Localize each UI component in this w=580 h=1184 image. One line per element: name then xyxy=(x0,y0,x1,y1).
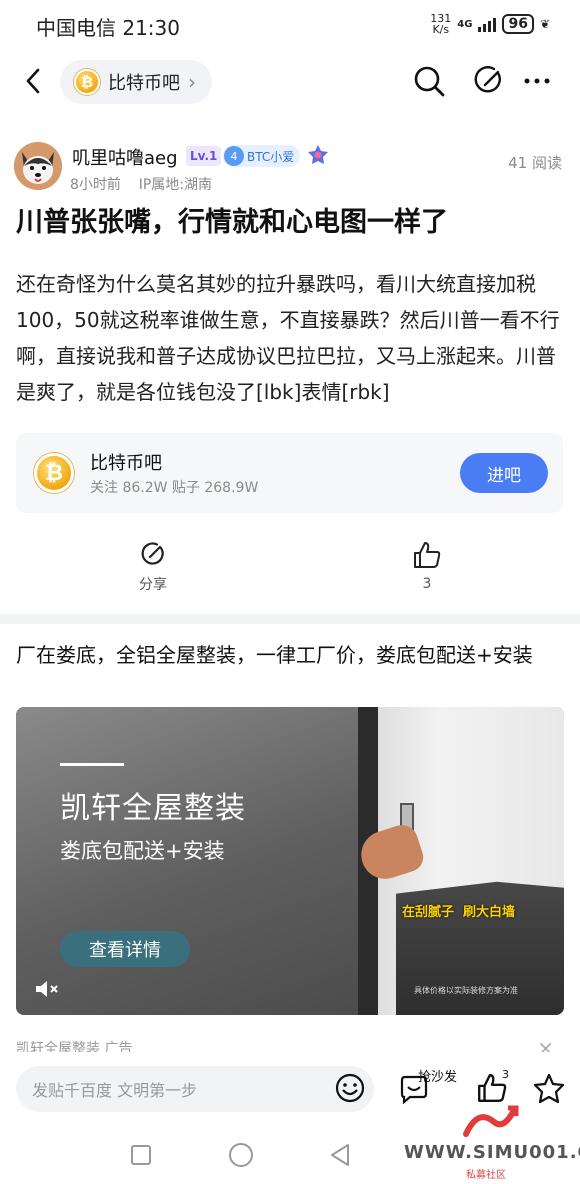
bitcoin-icon: ₿ xyxy=(74,69,100,95)
sofa-label: 抢沙发 xyxy=(418,1070,458,1085)
watermark-logo-icon xyxy=(463,1105,519,1137)
carrier-time: 中国电信 21:30 xyxy=(36,16,180,40)
fan-badge-text: BTC小爱 xyxy=(247,149,295,164)
home-icon[interactable] xyxy=(228,1142,254,1168)
star-icon[interactable] xyxy=(532,1072,566,1106)
post-meta: 8小时前 IP属地:湖南 xyxy=(70,177,212,193)
ad-text[interactable]: 厂在娄底，全铝全屋整装，一律工厂价，娄底包配送+安装 xyxy=(16,640,564,671)
ad-fineprint: 具体价格以实际装修方案为准 xyxy=(414,986,518,995)
post-title: 川普张张嘴，行情就和心电图一样了 xyxy=(16,207,448,238)
reply-input[interactable]: 发贴千百度 文明第一步 xyxy=(16,1066,374,1112)
view-details-button[interactable]: 查看详情 xyxy=(60,931,190,967)
forum-card[interactable]: ₿ 比特币吧 关注 86.2W 贴子 268.9W 进吧 xyxy=(16,433,563,513)
level-badge: Lv.1 xyxy=(186,146,222,166)
back-nav-icon[interactable] xyxy=(328,1142,352,1168)
forum-card-name: 比特币吧 xyxy=(90,453,162,474)
watermark-sub: 私募社区 xyxy=(466,1170,506,1181)
watermark-url: WWW.SIMU001.CN xyxy=(404,1142,580,1163)
net-type: 4G xyxy=(457,18,473,30)
read-count: 41 阅读 xyxy=(508,154,562,172)
fan-badge-level: 4 xyxy=(224,146,244,166)
mute-icon[interactable] xyxy=(34,979,60,1003)
section-divider xyxy=(0,614,580,624)
page: 中国电信 21:30 131 K/s 4G 96 ❦ ₿ 比特币吧 › 叽里咕噜… xyxy=(0,0,580,1184)
thumbs-up-icon xyxy=(414,542,441,568)
battery-icon: 96 xyxy=(502,14,534,34)
share-icon xyxy=(141,542,164,565)
back-arrow-icon[interactable] xyxy=(20,66,50,96)
net-speed: 131 K/s xyxy=(430,12,452,36)
more-icon[interactable] xyxy=(520,64,554,98)
forum-name: 比特币吧 xyxy=(108,73,180,94)
username[interactable]: 叽里咕噜aeg xyxy=(72,144,178,170)
top-nav: ₿ 比特币吧 › xyxy=(0,56,580,108)
dog-avatar-icon xyxy=(14,142,62,190)
leaf-icon: ❦ xyxy=(539,17,550,31)
edit-icon[interactable] xyxy=(472,64,506,98)
post-body: 还在奇怪为什么莫名其妙的拉升暴跌吗，看川大统直接加税100，50就这税率谁做生意… xyxy=(16,272,560,404)
like-count: 3 xyxy=(422,576,432,592)
fan-badge: 4 BTC小爱 xyxy=(223,145,301,167)
share-button[interactable]: 分享 xyxy=(113,540,193,594)
forum-card-stats: 关注 86.2W 贴子 268.9W xyxy=(90,480,259,496)
ad-headline: 凯轩全屋整装 xyxy=(60,791,246,826)
status-icons: 131 K/s 4G 96 ❦ xyxy=(430,13,550,35)
emoji-icon[interactable] xyxy=(334,1072,366,1104)
ad-image[interactable]: 凯轩全屋整装 娄底包配送+安装 查看详情 在刮腻子 刷大白墙 具体价格以实际装修… xyxy=(16,707,564,1015)
search-icon[interactable] xyxy=(412,64,446,98)
ad-subline: 娄底包配送+安装 xyxy=(60,839,225,863)
share-label: 分享 xyxy=(139,577,167,593)
video-caption: 在刮腻子 刷大白墙 xyxy=(402,905,516,920)
recents-icon[interactable] xyxy=(130,1144,152,1166)
enter-forum-button[interactable]: 进吧 xyxy=(460,453,548,493)
forum-pill[interactable]: ₿ 比特币吧 › xyxy=(60,60,212,104)
like-button[interactable]: 3 xyxy=(387,540,467,592)
status-bar: 中国电信 21:30 131 K/s 4G 96 ❦ xyxy=(0,0,580,48)
chevron-right-icon: › xyxy=(188,70,196,94)
signal-icon xyxy=(478,16,497,32)
member-crown-icon xyxy=(308,145,328,164)
avatar[interactable] xyxy=(14,142,62,190)
bar-like-count: 3 xyxy=(502,1068,509,1081)
bitcoin-icon: ₿ xyxy=(34,453,74,493)
